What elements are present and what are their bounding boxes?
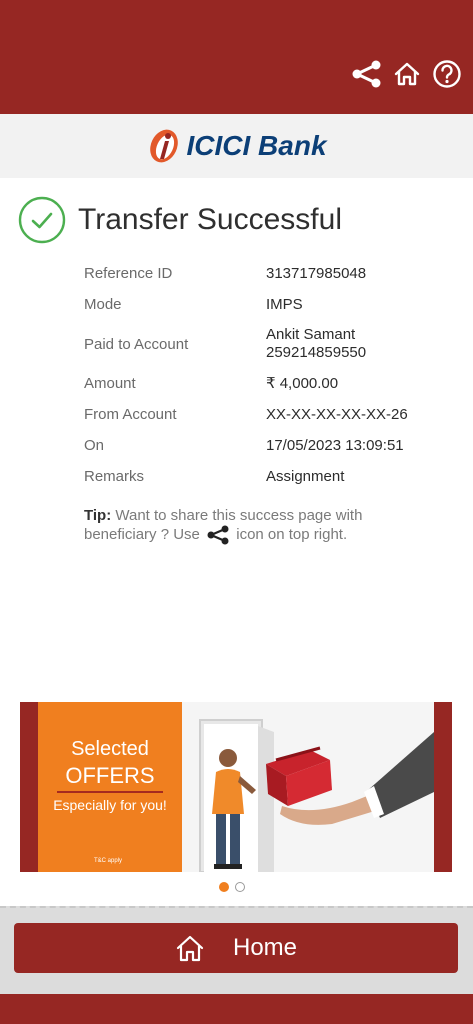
carousel-dot-1[interactable] (219, 882, 229, 892)
home-icon[interactable] (391, 58, 423, 90)
payee-name: Ankit Samant (266, 326, 356, 343)
detail-label: From Account (84, 406, 177, 423)
home-button-label: Home (232, 934, 298, 961)
detail-row-remarks: Remarks Assignment (84, 461, 444, 492)
tip-text-after: icon on top right. (232, 526, 348, 543)
offers-banner[interactable]: Selected OFFERS Especially for you! T&C … (20, 702, 452, 872)
share-icon[interactable] (351, 58, 383, 90)
detail-value: IMPS (266, 295, 303, 313)
banner-illustration (182, 702, 434, 872)
detail-row-amount: Amount ₹ 4,000.00 (84, 368, 444, 399)
carousel-indicators (219, 882, 245, 892)
home-icon (176, 935, 204, 962)
detail-label: Amount (84, 375, 136, 392)
detail-row-reference: Reference ID 313717985048 (84, 258, 444, 289)
detail-row-paid-to: Paid to Account Ankit Samant 25921485955… (84, 320, 444, 368)
banner-right-strip (434, 702, 452, 872)
status-row: Transfer Successful (18, 196, 342, 244)
detail-label: Paid to Account (84, 335, 189, 353)
carousel-dot-2[interactable] (235, 882, 245, 892)
detail-value: 313717985048 (266, 264, 367, 282)
transaction-details: Reference ID 313717985048 Mode IMPS Paid… (84, 258, 444, 492)
detail-value: Ankit Samant 259214859550 (266, 326, 366, 362)
page-title: Transfer Successful (78, 203, 342, 236)
top-header (0, 0, 473, 114)
detail-value: ₹ 4,000.00 (266, 374, 339, 392)
banner-offer-panel: Selected OFFERS Especially for you! T&C … (38, 702, 182, 872)
logo-text: ICICI Bank (186, 130, 327, 161)
footer-strip (0, 994, 473, 1024)
detail-row-on: On 17/05/2023 13:09:51 (84, 430, 444, 461)
detail-row-from-account: From Account XX-XX-XX-XX-XX-26 (84, 399, 444, 430)
share-icon (207, 525, 229, 545)
detail-label: Mode (84, 296, 122, 313)
detail-value: Assignment (266, 467, 345, 485)
banner-line3: Especially for you! (53, 797, 167, 813)
icici-emblem-icon (150, 129, 179, 163)
detail-value: 17/05/2023 13:09:51 (266, 436, 404, 454)
header-actions (351, 58, 463, 90)
icici-logo: ICICI Bank (146, 126, 327, 166)
payee-account: 259214859550 (266, 344, 367, 361)
share-tip: Tip: Want to share this success page wit… (84, 506, 414, 545)
detail-label: On (84, 437, 105, 454)
help-icon[interactable] (431, 58, 463, 90)
banner-line1: Selected (71, 738, 149, 760)
transfer-success-screen: ICICI Bank Transfer Successful Reference… (0, 0, 473, 1024)
home-button[interactable]: Home (14, 923, 458, 973)
detail-value: XX-XX-XX-XX-XX-26 (266, 405, 408, 423)
tip-label: Tip: (84, 507, 112, 524)
detail-label: Remarks (84, 468, 145, 485)
detail-label: Reference ID (84, 265, 173, 282)
banner-left-strip (20, 702, 38, 872)
bank-logo-band: ICICI Bank (0, 114, 473, 178)
banner-line2: OFFERS (57, 763, 163, 793)
success-check-icon (18, 196, 66, 244)
banner-tc: T&C apply (94, 858, 123, 864)
detail-row-mode: Mode IMPS (84, 289, 444, 320)
